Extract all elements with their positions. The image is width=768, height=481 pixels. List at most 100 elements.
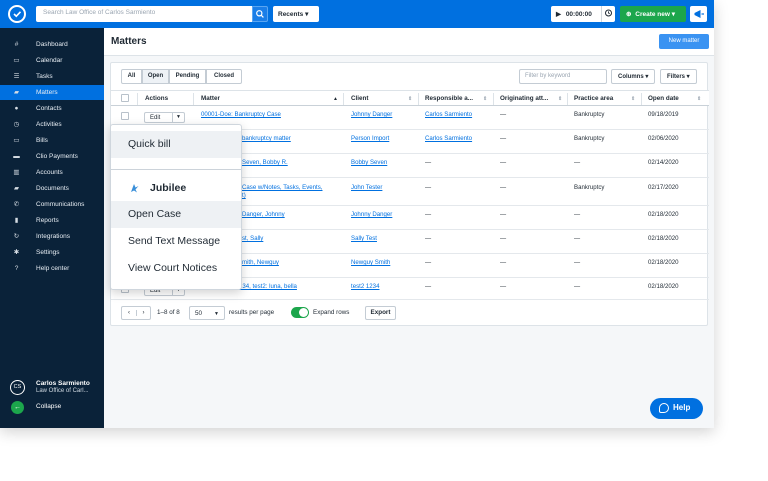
chevron-right-icon[interactable]: ›: [136, 310, 150, 316]
column-divider: [137, 93, 138, 105]
client-link[interactable]: Sally Test: [351, 235, 377, 242]
matter-link[interactable]: bankruptcy matter: [242, 135, 291, 142]
sidebar-item-label: Settings: [36, 249, 60, 256]
responsible-attorney-link[interactable]: Carlos Sarmiento: [425, 111, 472, 118]
per-page-select[interactable]: 50 ▼: [189, 306, 225, 320]
clock-icon[interactable]: [601, 6, 615, 22]
menu-divider: [111, 169, 241, 170]
client-link[interactable]: Newguy Smith: [351, 259, 390, 266]
sidebar-item-settings[interactable]: ✱ Settings: [0, 245, 104, 260]
tab-closed[interactable]: Closed: [206, 69, 242, 84]
sidebar-item-label: Dashboard: [36, 41, 68, 48]
sidebar-item-communications[interactable]: ✆ Communications: [0, 197, 104, 212]
tab-all[interactable]: All: [121, 69, 142, 84]
originating-attorney: —: [500, 211, 507, 218]
matter-link[interactable]: Danger, Johnny: [242, 211, 285, 218]
originating-attorney: —: [500, 259, 507, 266]
header-originating-attorney[interactable]: Originating att...: [500, 95, 548, 102]
header-matter[interactable]: Matter: [201, 95, 220, 102]
sort-icon[interactable]: ⇕: [631, 96, 635, 102]
chevron-left-icon[interactable]: ‹: [122, 310, 136, 316]
edit-button[interactable]: Edit ▼: [144, 112, 185, 123]
client-link[interactable]: Johnny Danger: [351, 211, 392, 218]
create-new-button[interactable]: ⊕ Create new ▾: [620, 6, 686, 22]
chevron-down-icon: ▼: [214, 311, 219, 317]
sidebar-item-integrations[interactable]: ↻ Integrations: [0, 229, 104, 244]
sidebar-item-label: Calendar: [36, 57, 63, 64]
keyword-filter-input[interactable]: Filter by keyword: [519, 69, 607, 84]
activities-icon: ◷: [13, 121, 20, 128]
matter-link[interactable]: 234, test2: luna, bella: [239, 283, 297, 290]
header-open-date[interactable]: Open date: [648, 95, 679, 102]
sidebar-item-activities[interactable]: ◷ Activities: [0, 117, 104, 132]
matter-link-line2[interactable]: t): [242, 192, 246, 199]
row-checkbox[interactable]: [121, 112, 129, 120]
filters-button[interactable]: Filters ▾: [660, 69, 697, 84]
clio-logo-icon[interactable]: [8, 5, 26, 23]
tab-pending[interactable]: Pending: [169, 69, 206, 84]
sidebar-item-matters[interactable]: ▰ Matters: [0, 85, 104, 100]
tab-open[interactable]: Open: [142, 69, 169, 84]
matter-link[interactable]: Case w/Notes, Tasks, Events,: [242, 184, 323, 191]
sidebar-item-label: Communications: [36, 201, 85, 208]
sidebar-item-bills[interactable]: ▭ Bills: [0, 133, 104, 148]
collapse-arrow-icon[interactable]: ←: [11, 401, 24, 414]
new-matter-button[interactable]: New matter: [659, 34, 709, 49]
menu-item-open-case[interactable]: Open Case: [111, 201, 241, 228]
menu-item-send-text-message[interactable]: Send Text Message: [111, 228, 241, 255]
search-input[interactable]: Search Law Office of Carlos Sarmiento: [36, 6, 252, 22]
originating-attorney: —: [500, 111, 507, 118]
menu-item-view-court-notices[interactable]: View Court Notices: [111, 255, 241, 282]
sort-asc-icon[interactable]: ▲: [333, 96, 338, 102]
sort-icon[interactable]: ⇕: [408, 96, 412, 102]
matter-link[interactable]: mith, Newguy: [242, 259, 279, 266]
avatar[interactable]: CS: [10, 380, 25, 395]
sidebar-item-calendar[interactable]: ▭ Calendar: [0, 53, 104, 68]
matter-link[interactable]: 00001-Doe: Bankruptcy Case: [201, 111, 281, 118]
sidebar-item-clio-payments[interactable]: ▬ Clio Payments: [0, 149, 104, 164]
sidebar-item-contacts[interactable]: ● Contacts: [0, 101, 104, 116]
phone-icon: ✆: [13, 201, 20, 208]
client-link[interactable]: test2 1234: [351, 283, 379, 290]
matter-link[interactable]: Seven, Bobby R.: [242, 159, 288, 166]
header-responsible-attorney[interactable]: Responsible a...: [425, 95, 473, 102]
practice-area: Bankruptcy: [574, 184, 605, 191]
collapse-button[interactable]: Collapse: [36, 403, 61, 410]
user-name[interactable]: Carlos Sarmiento: [36, 380, 90, 387]
responsible-attorney: —: [425, 184, 432, 191]
sidebar-item-help-center[interactable]: ? Help center: [0, 261, 104, 276]
header-practice-area[interactable]: Practice area: [574, 95, 613, 102]
column-divider: [641, 93, 642, 105]
client-link[interactable]: John Tester: [351, 184, 382, 191]
sort-icon[interactable]: ⇕: [558, 96, 562, 102]
sidebar-item-dashboard[interactable]: # Dashboard: [0, 37, 104, 52]
timer-button[interactable]: ▶ 00:00:00: [551, 6, 601, 22]
header-client[interactable]: Client: [351, 95, 369, 102]
chevron-down-icon[interactable]: ▼: [172, 113, 184, 122]
sort-icon[interactable]: ⇕: [483, 96, 487, 102]
edit-label: Edit: [150, 115, 161, 121]
search-button[interactable]: [252, 6, 268, 22]
recents-button[interactable]: Recents ▾: [273, 6, 319, 22]
export-button[interactable]: Export: [365, 306, 396, 320]
sidebar-item-reports[interactable]: ▮ Reports: [0, 213, 104, 228]
columns-button[interactable]: Columns ▾: [611, 69, 656, 84]
expand-rows-toggle[interactable]: [291, 307, 309, 318]
sidebar-item-tasks[interactable]: ☰ Tasks: [0, 69, 104, 84]
sort-icon[interactable]: ⇕: [697, 96, 701, 102]
help-button[interactable]: Help: [650, 398, 703, 419]
sidebar-item-documents[interactable]: ▰ Documents: [0, 181, 104, 196]
select-all-checkbox[interactable]: [121, 94, 129, 102]
menu-item-quick-bill[interactable]: Quick bill: [111, 131, 241, 158]
play-icon: ▶: [556, 11, 561, 18]
dashboard-icon: #: [14, 41, 19, 48]
sidebar-item-label: Matters: [36, 89, 58, 96]
client-link[interactable]: Person Import: [351, 135, 389, 142]
matter-link[interactable]: st, Sally: [242, 235, 263, 242]
open-date: 09/18/2019: [648, 111, 679, 118]
responsible-attorney-link[interactable]: Carlos Sarmiento: [425, 135, 472, 142]
sidebar-item-accounts[interactable]: ▥ Accounts: [0, 165, 104, 180]
notifications-icon[interactable]: [690, 6, 707, 22]
client-link[interactable]: Bobby Seven: [351, 159, 387, 166]
client-link[interactable]: Johnny Danger: [351, 111, 392, 118]
